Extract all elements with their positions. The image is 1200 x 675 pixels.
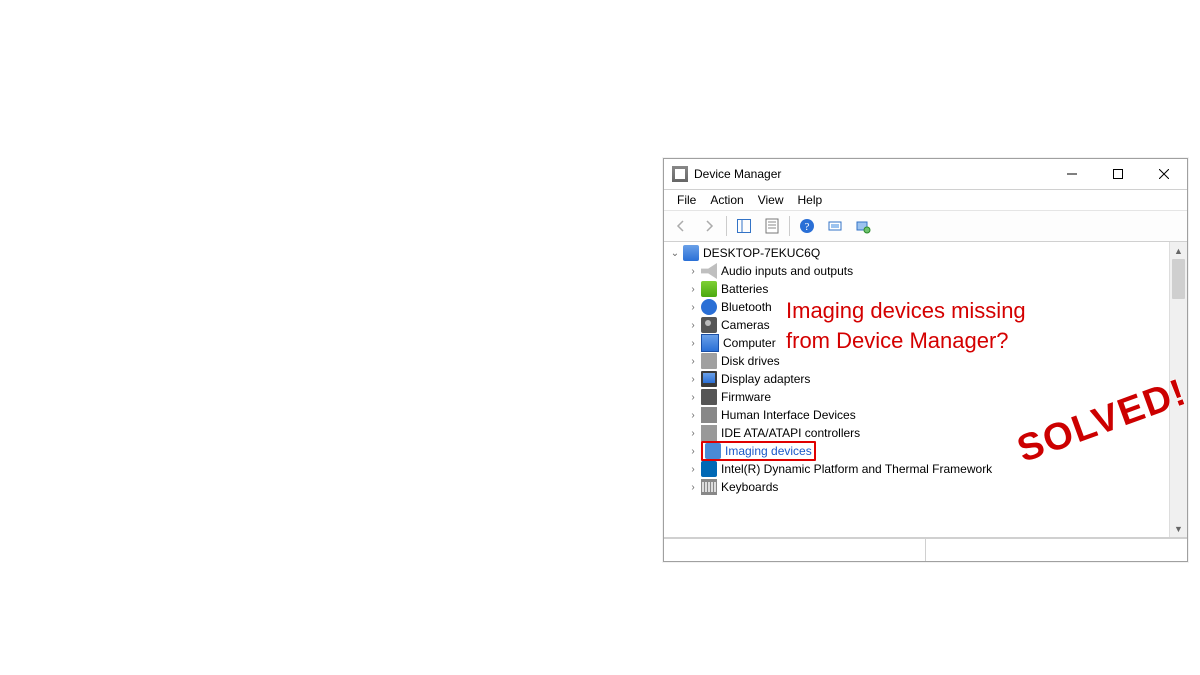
tree-root-label: DESKTOP-7EKUC6Q	[703, 246, 820, 260]
scroll-thumb[interactable]	[1172, 259, 1185, 299]
maximize-button[interactable]	[1095, 159, 1141, 189]
fw-icon	[701, 389, 717, 405]
menubar: File Action View Help	[664, 190, 1187, 211]
scroll-down-arrow[interactable]: ▼	[1170, 520, 1187, 537]
content-area: ⌄DESKTOP-7EKUC6Q›Audio inputs and output…	[664, 242, 1187, 538]
close-button[interactable]	[1141, 159, 1187, 189]
disp-icon	[701, 371, 717, 387]
chevron-right-icon[interactable]: ›	[686, 444, 700, 458]
tree-item-label: Computer	[723, 336, 776, 350]
chevron-right-icon[interactable]: ›	[686, 318, 700, 332]
chevron-right-icon[interactable]: ›	[686, 390, 700, 404]
tree-item[interactable]: › IDE ATA/ATAPI controllers	[668, 424, 1169, 442]
tree-item-label: Intel(R) Dynamic Platform and Thermal Fr…	[721, 462, 992, 476]
app-icon	[672, 166, 688, 182]
bt-icon	[701, 299, 717, 315]
chevron-right-icon[interactable]: ›	[686, 480, 700, 494]
chevron-right-icon[interactable]: ›	[686, 462, 700, 476]
add-legacy-button[interactable]	[850, 213, 876, 239]
chevron-right-icon[interactable]: ›	[686, 264, 700, 278]
window-title: Device Manager	[694, 167, 781, 181]
toolbar: ?	[664, 211, 1187, 242]
tree-item-label: Keyboards	[721, 480, 778, 494]
properties-button[interactable]	[759, 213, 785, 239]
tree-item-label: Human Interface Devices	[721, 408, 856, 422]
tree-item-label: Firmware	[721, 390, 771, 404]
tree-item-label: IDE ATA/ATAPI controllers	[721, 426, 860, 440]
scan-hardware-button[interactable]	[822, 213, 848, 239]
show-hide-tree-button[interactable]	[731, 213, 757, 239]
tree-item[interactable]: › Cameras	[668, 316, 1169, 334]
comp-icon	[701, 334, 719, 352]
chevron-right-icon[interactable]: ›	[686, 372, 700, 386]
tree-item[interactable]: › Firmware	[668, 388, 1169, 406]
tree-item-label: Imaging devices	[725, 444, 812, 458]
chevron-right-icon[interactable]: ›	[686, 336, 700, 350]
tree-item-label: Bluetooth	[721, 300, 772, 314]
chevron-right-icon[interactable]: ›	[686, 408, 700, 422]
svg-text:?: ?	[805, 221, 810, 233]
minimize-button[interactable]	[1049, 159, 1095, 189]
tree-item-label: Audio inputs and outputs	[721, 264, 853, 278]
kb-icon	[701, 479, 717, 495]
tree-item[interactable]: › Disk drives	[668, 352, 1169, 370]
forward-button[interactable]	[696, 213, 722, 239]
intel-icon	[701, 461, 717, 477]
tree-item-label: Disk drives	[721, 354, 780, 368]
toolbar-divider	[726, 216, 727, 236]
help-button[interactable]: ?	[794, 213, 820, 239]
menu-file[interactable]: File	[670, 190, 703, 210]
tree-item[interactable]: › Intel(R) Dynamic Platform and Thermal F…	[668, 460, 1169, 478]
device-tree[interactable]: ⌄DESKTOP-7EKUC6Q›Audio inputs and output…	[664, 242, 1169, 537]
tree-item[interactable]: › Keyboards	[668, 478, 1169, 496]
tree-item-label: Cameras	[721, 318, 770, 332]
tree-item[interactable]: › Audio inputs and outputs	[668, 262, 1169, 280]
tree-item[interactable]: › Imaging devices	[668, 442, 1169, 460]
tree-item[interactable]: › Display adapters	[668, 370, 1169, 388]
vertical-scrollbar[interactable]: ▲ ▼	[1169, 242, 1187, 537]
ide-icon	[701, 425, 717, 441]
chevron-right-icon[interactable]: ›	[686, 426, 700, 440]
chevron-right-icon[interactable]: ›	[686, 300, 700, 314]
toolbar-divider	[789, 216, 790, 236]
audio-icon	[701, 263, 717, 279]
tree-item[interactable]: › Bluetooth	[668, 298, 1169, 316]
statusbar	[664, 538, 1187, 561]
menu-help[interactable]: Help	[791, 190, 830, 210]
menu-view[interactable]: View	[751, 190, 791, 210]
chevron-down-icon[interactable]: ⌄	[668, 246, 682, 260]
highlighted-item: Imaging devices	[701, 441, 816, 461]
chevron-right-icon[interactable]: ›	[686, 354, 700, 368]
device-manager-window: Device Manager File Action View Help	[663, 158, 1188, 562]
back-button[interactable]	[668, 213, 694, 239]
bat-icon	[701, 281, 717, 297]
scroll-up-arrow[interactable]: ▲	[1170, 242, 1187, 259]
status-cell	[926, 539, 1187, 561]
titlebar: Device Manager	[664, 159, 1187, 190]
hid-icon	[701, 407, 717, 423]
cam-icon	[701, 317, 717, 333]
img-icon	[705, 443, 721, 459]
tree-item-label: Display adapters	[721, 372, 810, 386]
chevron-right-icon[interactable]: ›	[686, 282, 700, 296]
disk-icon	[701, 353, 717, 369]
menu-action[interactable]: Action	[703, 190, 750, 210]
tree-item[interactable]: › Batteries	[668, 280, 1169, 298]
tree-root[interactable]: ⌄ DESKTOP-7EKUC6Q	[668, 244, 1169, 262]
status-cell	[664, 539, 926, 561]
computer-icon	[683, 245, 699, 261]
tree-item[interactable]: › Human Interface Devices	[668, 406, 1169, 424]
tree-item-label: Batteries	[721, 282, 768, 296]
tree-item[interactable]: › Computer	[668, 334, 1169, 352]
